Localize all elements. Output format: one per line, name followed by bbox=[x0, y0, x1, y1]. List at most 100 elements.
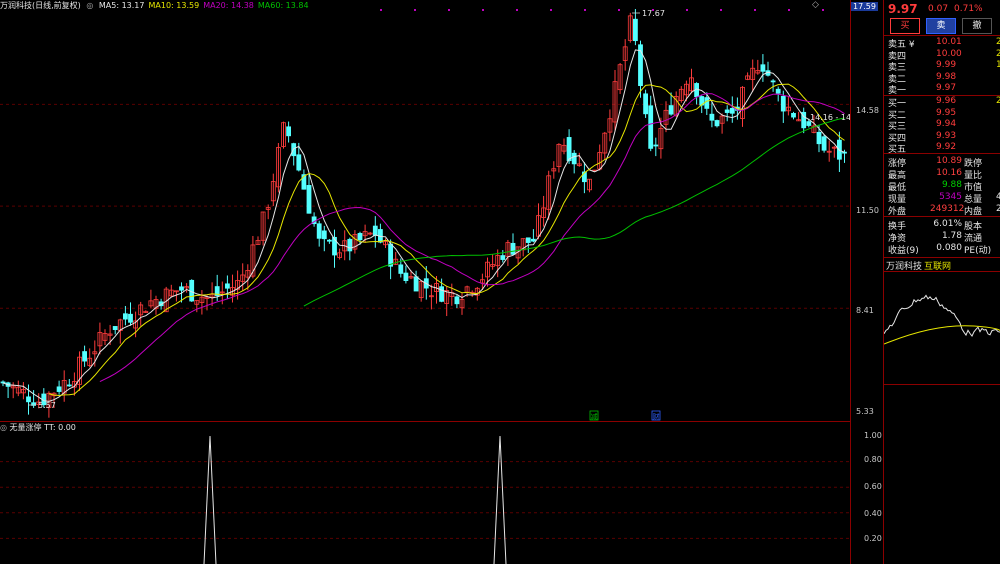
order-book-row[interactable]: 买四 9.93 bbox=[884, 131, 1000, 144]
candle[interactable] bbox=[454, 295, 460, 309]
candle[interactable] bbox=[168, 284, 174, 298]
candle[interactable] bbox=[510, 233, 516, 256]
candle[interactable] bbox=[123, 305, 128, 326]
candle[interactable] bbox=[602, 131, 608, 160]
candle[interactable] bbox=[678, 86, 684, 103]
candle[interactable] bbox=[281, 121, 286, 149]
candle[interactable] bbox=[138, 301, 144, 326]
candle[interactable] bbox=[15, 380, 21, 397]
candle[interactable] bbox=[184, 283, 190, 293]
candle[interactable] bbox=[377, 223, 383, 244]
candle[interactable] bbox=[607, 109, 613, 142]
candle[interactable] bbox=[316, 220, 322, 247]
candle[interactable] bbox=[541, 195, 546, 227]
candle[interactable] bbox=[230, 274, 235, 303]
order-book-row[interactable]: 卖二 9.98 bbox=[884, 72, 1000, 85]
candle[interactable] bbox=[240, 263, 246, 291]
indicator-chart[interactable] bbox=[0, 432, 850, 564]
candle[interactable] bbox=[801, 107, 807, 134]
candle[interactable] bbox=[582, 162, 587, 194]
candle[interactable] bbox=[372, 216, 378, 248]
candle[interactable] bbox=[831, 145, 837, 158]
candle[interactable] bbox=[770, 79, 776, 92]
candle[interactable] bbox=[653, 137, 659, 157]
order-book-row[interactable]: 买五 9.92 bbox=[884, 142, 1000, 155]
order-book-row[interactable]: 买一 9.96 2 bbox=[884, 96, 1000, 109]
candle[interactable] bbox=[729, 96, 735, 123]
candle[interactable] bbox=[321, 225, 327, 252]
candle[interactable] bbox=[597, 144, 603, 171]
candle[interactable] bbox=[633, 9, 638, 46]
candle[interactable] bbox=[347, 237, 353, 261]
order-book-row[interactable]: 买二 9.95 bbox=[884, 108, 1000, 121]
candle[interactable] bbox=[102, 329, 108, 346]
candle[interactable] bbox=[153, 295, 159, 315]
candle[interactable] bbox=[786, 97, 791, 116]
candle[interactable] bbox=[796, 111, 801, 122]
candle[interactable] bbox=[367, 231, 373, 236]
candle[interactable] bbox=[128, 302, 133, 326]
candle[interactable] bbox=[515, 246, 521, 264]
candle[interactable] bbox=[189, 279, 195, 302]
candle[interactable] bbox=[291, 142, 297, 166]
indicator-icon[interactable]: ◎ bbox=[0, 423, 7, 432]
candle[interactable] bbox=[418, 280, 424, 302]
candle[interactable] bbox=[255, 236, 261, 245]
candle[interactable] bbox=[306, 174, 312, 214]
candle[interactable] bbox=[332, 229, 337, 268]
candle[interactable] bbox=[311, 212, 317, 227]
candle[interactable] bbox=[576, 152, 582, 167]
candle[interactable] bbox=[571, 150, 577, 174]
candle[interactable] bbox=[56, 380, 62, 395]
candle[interactable] bbox=[428, 284, 434, 310]
candle[interactable] bbox=[500, 250, 506, 263]
candle[interactable] bbox=[724, 105, 730, 122]
candle[interactable] bbox=[337, 248, 343, 260]
candle[interactable] bbox=[765, 61, 771, 77]
candle[interactable] bbox=[714, 119, 720, 128]
candle[interactable] bbox=[260, 211, 266, 246]
candle[interactable] bbox=[556, 143, 562, 173]
candle[interactable] bbox=[87, 348, 93, 368]
candle[interactable] bbox=[143, 310, 149, 313]
candle[interactable] bbox=[275, 143, 281, 193]
candle[interactable] bbox=[20, 382, 26, 400]
candle[interactable] bbox=[755, 59, 761, 75]
candle[interactable] bbox=[587, 178, 592, 193]
candle[interactable] bbox=[413, 270, 419, 292]
candle[interactable] bbox=[622, 39, 628, 71]
candle[interactable] bbox=[77, 351, 82, 391]
buy-button[interactable]: 买 bbox=[890, 18, 920, 34]
candle[interactable] bbox=[224, 275, 230, 300]
candle[interactable] bbox=[112, 326, 118, 335]
candle[interactable] bbox=[270, 173, 276, 207]
cancel-order-button[interactable]: 撤 bbox=[962, 18, 992, 34]
candle[interactable] bbox=[82, 345, 87, 367]
candle[interactable] bbox=[750, 59, 756, 92]
candle[interactable] bbox=[719, 113, 725, 134]
candle[interactable] bbox=[301, 169, 307, 190]
candle[interactable] bbox=[286, 121, 292, 143]
candle[interactable] bbox=[826, 140, 832, 162]
candle[interactable] bbox=[821, 134, 827, 153]
candle[interactable] bbox=[199, 290, 205, 315]
candle[interactable] bbox=[551, 161, 557, 179]
candle[interactable] bbox=[612, 69, 618, 131]
candle[interactable] bbox=[531, 229, 536, 243]
candle[interactable] bbox=[449, 283, 455, 306]
candle[interactable] bbox=[66, 378, 72, 387]
candle[interactable] bbox=[643, 89, 648, 118]
candle[interactable] bbox=[403, 265, 409, 284]
order-book-row[interactable]: 卖三 9.99 1 bbox=[884, 60, 1000, 73]
candle[interactable] bbox=[326, 239, 332, 244]
candle[interactable] bbox=[505, 239, 511, 266]
candle[interactable] bbox=[694, 82, 699, 105]
candle[interactable] bbox=[791, 111, 796, 120]
candle[interactable] bbox=[352, 230, 358, 254]
candle[interactable] bbox=[689, 68, 694, 94]
intraday-mini-chart[interactable] bbox=[884, 272, 1000, 384]
candle[interactable] bbox=[561, 138, 567, 155]
candle[interactable] bbox=[536, 203, 541, 240]
candle[interactable] bbox=[148, 289, 154, 308]
order-book-row[interactable]: 买三 9.94 bbox=[884, 119, 1000, 132]
